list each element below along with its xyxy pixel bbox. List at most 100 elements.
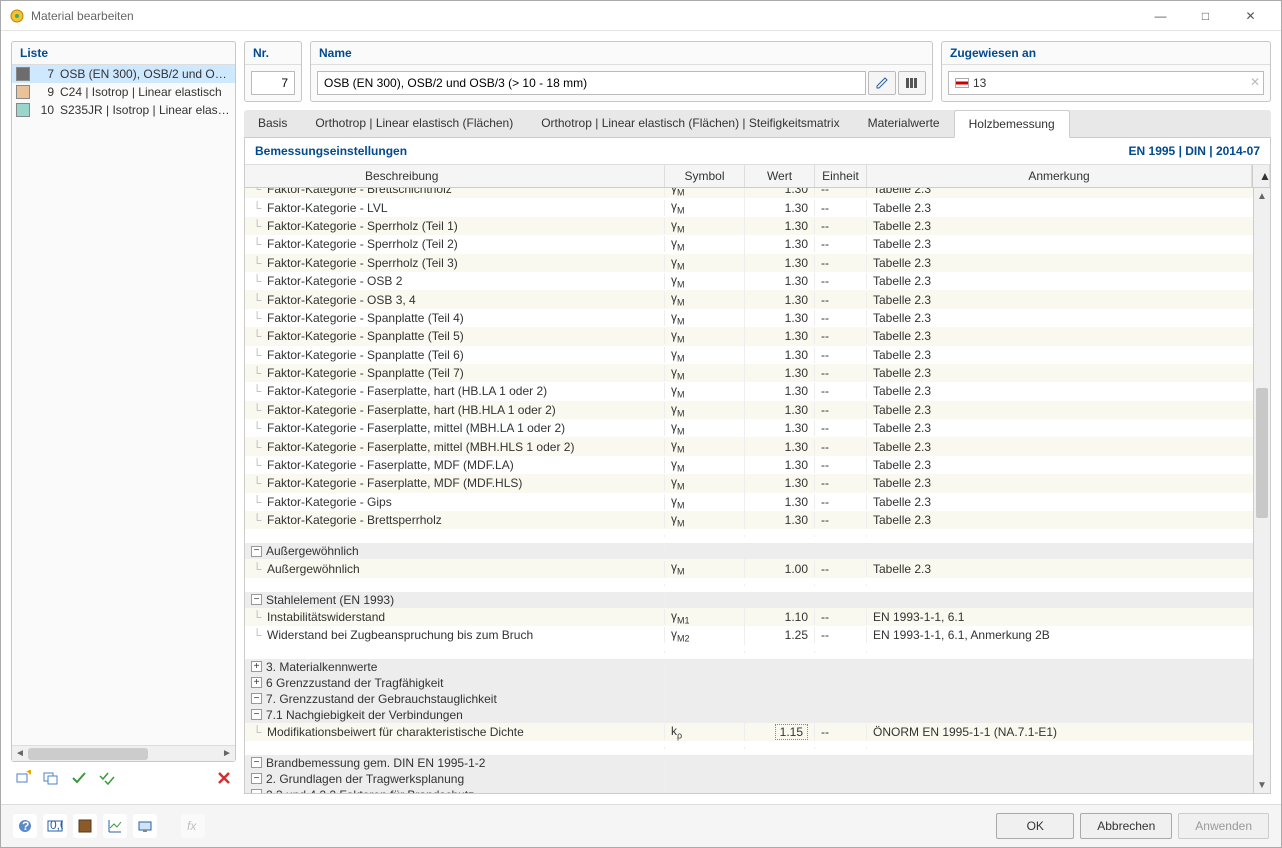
row-value[interactable]: 1.10: [745, 609, 815, 625]
data-row[interactable]: └Faktor-Kategorie - Sperrholz (Teil 3) γ…: [245, 254, 1270, 272]
data-row[interactable]: └Widerstand bei Zugbeanspruchung bis zum…: [245, 626, 1270, 644]
row-value[interactable]: 1.15: [745, 723, 815, 741]
data-row[interactable]: └Faktor-Kategorie - Faserplatte, hart (H…: [245, 382, 1270, 400]
data-row[interactable]: └Außergewöhnlich γM 1.00 -- Tabelle 2.3: [245, 559, 1270, 577]
row-value[interactable]: 1.30: [745, 188, 815, 197]
row-value[interactable]: 1.30: [745, 255, 815, 271]
row-value[interactable]: 1.30: [745, 218, 815, 234]
name-input[interactable]: [317, 71, 866, 95]
tree-header-row[interactable]: +3. Materialkennwerte: [245, 659, 1270, 675]
row-value[interactable]: 1.30: [745, 512, 815, 528]
tree-header-row[interactable]: −7.1 Nachgiebigkeit der Verbindungen: [245, 707, 1270, 723]
expand-icon[interactable]: −: [251, 757, 262, 768]
expand-icon[interactable]: −: [251, 546, 262, 557]
tab[interactable]: Materialwerte: [854, 110, 954, 137]
row-value[interactable]: 1.30: [745, 402, 815, 418]
row-value[interactable]: 1.30: [745, 383, 815, 399]
color-button[interactable]: [73, 814, 97, 838]
row-value[interactable]: 1.25: [745, 627, 815, 643]
grid-body[interactable]: └Faktor-Kategorie - Brettschichtholz γM …: [245, 188, 1270, 793]
data-row[interactable]: └Faktor-Kategorie - Spanplatte (Teil 4) …: [245, 309, 1270, 327]
tree-header-row[interactable]: −Brandbemessung gem. DIN EN 1995-1-2: [245, 755, 1270, 771]
tree-header-row[interactable]: +6 Grenzzustand der Tragfähigkeit: [245, 675, 1270, 691]
data-row[interactable]: └Faktor-Kategorie - Faserplatte, MDF (MD…: [245, 474, 1270, 492]
data-row[interactable]: └Faktor-Kategorie - OSB 2 γM 1.30 -- Tab…: [245, 272, 1270, 290]
ok-button[interactable]: OK: [996, 813, 1074, 839]
row-value[interactable]: 1.30: [745, 420, 815, 436]
data-row[interactable]: └Faktor-Kategorie - LVL γM 1.30 -- Tabel…: [245, 198, 1270, 216]
tab[interactable]: Orthotrop | Linear elastisch (Flächen): [301, 110, 527, 137]
tree-header-row[interactable]: −2. Grundlagen der Tragwerksplanung: [245, 771, 1270, 787]
expand-icon[interactable]: −: [251, 773, 262, 784]
units-button[interactable]: 0,00: [43, 814, 67, 838]
maximize-button[interactable]: □: [1183, 2, 1228, 30]
row-value[interactable]: 1.30: [745, 328, 815, 344]
cancel-button[interactable]: Abbrechen: [1080, 813, 1172, 839]
tree-header-row[interactable]: −2.3 und 4.2.2 Faktoren für Brandschutz: [245, 787, 1270, 793]
data-row[interactable]: └Modifikationsbeiwert für charakteristis…: [245, 723, 1270, 741]
row-value[interactable]: 1.00: [745, 561, 815, 577]
data-row[interactable]: └Faktor-Kategorie - Brettschichtholz γM …: [245, 188, 1270, 198]
row-value[interactable]: 1.30: [745, 200, 815, 216]
row-value[interactable]: 1.30: [745, 310, 815, 326]
data-row[interactable]: └Faktor-Kategorie - Spanplatte (Teil 6) …: [245, 346, 1270, 364]
data-row[interactable]: └Faktor-Kategorie - Faserplatte, mittel …: [245, 437, 1270, 455]
view-button[interactable]: [133, 814, 157, 838]
row-value[interactable]: 1.30: [745, 494, 815, 510]
grid-vscroll[interactable]: ▲ ▼: [1253, 188, 1270, 793]
row-symbol: γM: [665, 364, 745, 382]
data-row[interactable]: └Faktor-Kategorie - Gips γM 1.30 -- Tabe…: [245, 493, 1270, 511]
data-row[interactable]: └Faktor-Kategorie - Spanplatte (Teil 5) …: [245, 327, 1270, 345]
clear-assign-button[interactable]: ✕: [1250, 75, 1260, 89]
tab[interactable]: Holzbemessung: [954, 110, 1070, 138]
row-value[interactable]: 1.30: [745, 365, 815, 381]
expand-icon[interactable]: −: [251, 789, 262, 793]
data-row[interactable]: └Faktor-Kategorie - Faserplatte, hart (H…: [245, 401, 1270, 419]
zuge-input[interactable]: 13: [948, 71, 1264, 95]
expand-icon[interactable]: +: [251, 677, 262, 688]
function-button[interactable]: fx: [181, 814, 205, 838]
expand-icon[interactable]: −: [251, 594, 262, 605]
row-value[interactable]: 1.30: [745, 475, 815, 491]
row-value[interactable]: 1.30: [745, 292, 815, 308]
tree-header-row[interactable]: −7. Grenzzustand der Gebrauchstauglichke…: [245, 691, 1270, 707]
expand-icon[interactable]: −: [251, 709, 262, 720]
row-value[interactable]: 1.30: [745, 236, 815, 252]
check-multi-button[interactable]: [95, 766, 119, 790]
check-single-button[interactable]: [67, 766, 91, 790]
row-value[interactable]: 1.30: [745, 273, 815, 289]
liste-item[interactable]: 9 C24 | Isotrop | Linear elastisch: [12, 83, 235, 101]
data-row[interactable]: └Instabilitätswiderstand γM1 1.10 -- EN …: [245, 608, 1270, 626]
data-row[interactable]: └Faktor-Kategorie - Brettsperrholz γM 1.…: [245, 511, 1270, 529]
row-value[interactable]: 1.30: [745, 347, 815, 363]
data-row[interactable]: └Faktor-Kategorie - Sperrholz (Teil 1) γ…: [245, 217, 1270, 235]
data-row[interactable]: └Faktor-Kategorie - OSB 3, 4 γM 1.30 -- …: [245, 290, 1270, 308]
tree-header-row[interactable]: −Stahlelement (EN 1993): [245, 592, 1270, 608]
liste-item[interactable]: 7 OSB (EN 300), OSB/2 und OSB/3 (> 10: [12, 65, 235, 83]
delete-button[interactable]: [212, 766, 236, 790]
liste-hscroll[interactable]: ◄ ►: [12, 745, 235, 761]
copy-item-button[interactable]: [39, 766, 63, 790]
nr-input[interactable]: [251, 71, 295, 95]
new-item-button[interactable]: ✦: [11, 766, 35, 790]
minimize-button[interactable]: —: [1138, 2, 1183, 30]
data-row[interactable]: └Faktor-Kategorie - Faserplatte, MDF (MD…: [245, 456, 1270, 474]
tab[interactable]: Orthotrop | Linear elastisch (Flächen) |…: [527, 110, 853, 137]
tab[interactable]: Basis: [244, 110, 301, 137]
liste-item[interactable]: 10 S235JR | Isotrop | Linear elastisch: [12, 101, 235, 119]
diagram-button[interactable]: [103, 814, 127, 838]
data-row[interactable]: └Faktor-Kategorie - Sperrholz (Teil 2) γ…: [245, 235, 1270, 253]
row-value[interactable]: 1.30: [745, 457, 815, 473]
expand-icon[interactable]: −: [251, 693, 262, 704]
library-button[interactable]: [898, 71, 926, 95]
edit-name-button[interactable]: [868, 71, 896, 95]
svg-text:?: ?: [22, 819, 29, 833]
apply-button[interactable]: Anwenden: [1178, 813, 1269, 839]
row-value[interactable]: 1.30: [745, 439, 815, 455]
close-button[interactable]: ✕: [1228, 2, 1273, 30]
data-row[interactable]: └Faktor-Kategorie - Faserplatte, mittel …: [245, 419, 1270, 437]
expand-icon[interactable]: +: [251, 661, 262, 672]
help-button[interactable]: ?: [13, 814, 37, 838]
tree-header-row[interactable]: −Außergewöhnlich: [245, 543, 1270, 559]
data-row[interactable]: └Faktor-Kategorie - Spanplatte (Teil 7) …: [245, 364, 1270, 382]
